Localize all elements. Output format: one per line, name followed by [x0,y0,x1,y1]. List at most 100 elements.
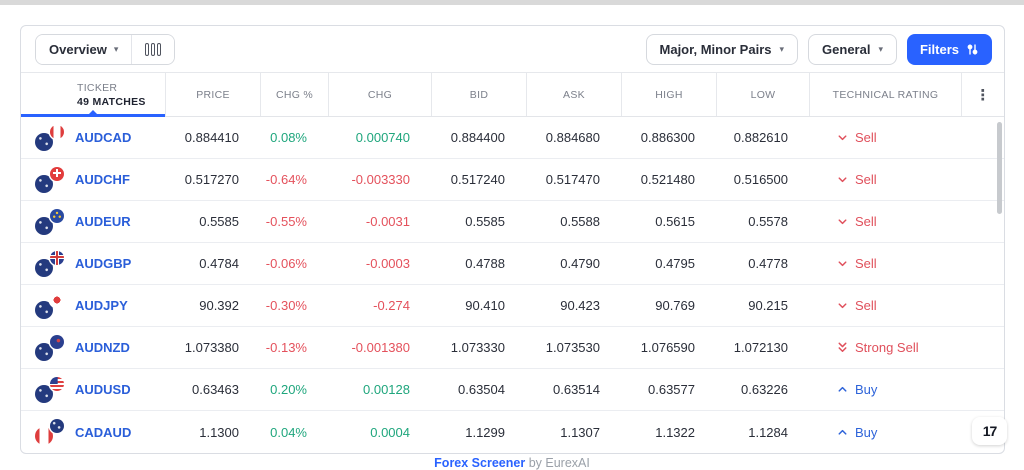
ticker-symbol-link[interactable]: AUDCAD [75,130,131,145]
rating-cell: Sell [810,159,962,200]
chg-pct-cell: -0.64% [261,159,329,200]
chg-pct-cell: 0.04% [261,411,329,453]
quote-currency-flag-icon [50,209,64,223]
column-header-bid[interactable]: BID [432,73,527,116]
currency-pair-flags-icon [35,377,65,403]
high-cell: 0.4795 [622,243,717,284]
chg-pct-cell: -0.30% [261,285,329,326]
byline-text: by EurexAI [529,456,590,470]
rating-direction-icon [836,131,849,144]
high-cell: 0.63577 [622,369,717,410]
quote-currency-flag-icon [50,335,64,349]
general-dropdown[interactable]: General ▾ [808,34,897,65]
chg-cell: 0.00128 [329,369,432,410]
rating-label: Buy [855,382,877,397]
table-row[interactable]: AUDNZD 1.073380 -0.13% -0.001380 1.07333… [21,327,1004,369]
rating-cell: Sell [810,201,962,242]
price-header-label: PRICE [196,89,230,101]
columns-layout-button[interactable] [131,35,174,64]
price-cell: 0.5585 [166,201,261,242]
rating-direction-icon [836,426,849,439]
tradingview-mark: 17 [983,423,997,439]
rating-cell: Strong Sell [810,327,962,368]
column-header-ask[interactable]: ASK [527,73,622,116]
low-cell: 0.882610 [717,117,810,158]
table-row[interactable]: AUDGBP 0.4784 -0.06% -0.0003 0.4788 0.47… [21,243,1004,285]
table-row[interactable]: CADAUD 1.1300 0.04% 0.0004 1.1299 1.1307… [21,411,1004,453]
table-row[interactable]: AUDUSD 0.63463 0.20% 0.00128 0.63504 0.6… [21,369,1004,411]
bid-cell: 0.5585 [432,201,527,242]
table-row[interactable]: AUDCAD 0.884410 0.08% 0.000740 0.884400 … [21,117,1004,159]
column-header-ticker[interactable]: TICKER 49 MATCHES [21,73,166,116]
bid-cell: 0.884400 [432,117,527,158]
currency-pair-flags-icon [35,335,65,361]
table-row[interactable]: AUDCHF 0.517270 -0.64% -0.003330 0.51724… [21,159,1004,201]
column-header-chg[interactable]: CHG [329,73,432,116]
rating-label: Sell [855,214,877,229]
ticker-cell: CADAUD [21,411,166,453]
ticker-symbol-link[interactable]: AUDCHF [75,172,130,187]
quote-currency-flag-icon [50,377,64,391]
rating-label: Strong Sell [855,340,919,355]
forex-screener-link[interactable]: Forex Screener [434,456,525,470]
rating-label: Buy [855,425,877,440]
ticker-symbol-link[interactable]: AUDNZD [75,340,130,355]
bid-cell: 0.517240 [432,159,527,200]
row-spacer-cell [962,285,1004,326]
vertical-scrollbar-thumb[interactable] [997,122,1002,214]
rating-label: Sell [855,172,877,187]
tradingview-logo[interactable]: 17 [972,417,1007,445]
low-cell: 90.215 [717,285,810,326]
rating-direction-icon [836,173,849,186]
quote-currency-flag-icon [50,251,64,265]
ask-cell: 1.1307 [527,411,622,453]
ticker-symbol-link[interactable]: AUDJPY [75,298,128,313]
ask-header-label: ASK [563,89,585,101]
rating-direction-icon [836,341,849,354]
table-body: AUDCAD 0.884410 0.08% 0.000740 0.884400 … [21,117,1004,453]
ticker-header-label: TICKER [77,82,117,94]
screener-toolbar: Overview ▾ Major, Minor Pairs ▾ General … [21,26,1004,72]
column-header-technical-rating[interactable]: TECHNICAL RATING [810,73,962,116]
forex-screener-widget: Overview ▾ Major, Minor Pairs ▾ General … [20,25,1005,454]
ticker-symbol-link[interactable]: CADAUD [75,425,131,440]
rating-direction-icon [836,383,849,396]
filters-label: Filters [920,42,959,57]
rating-label: Sell [855,298,877,313]
high-cell: 90.769 [622,285,717,326]
low-cell: 1.072130 [717,327,810,368]
table-row[interactable]: AUDEUR 0.5585 -0.55% -0.0031 0.5585 0.55… [21,201,1004,243]
rating-direction-icon [836,299,849,312]
low-cell: 0.4778 [717,243,810,284]
filters-button[interactable]: Filters [907,34,992,65]
chg-pct-cell: 0.08% [261,117,329,158]
bid-cell: 1.073330 [432,327,527,368]
high-cell: 1.076590 [622,327,717,368]
column-header-chg-pct[interactable]: CHG % [261,73,329,116]
rating-cell: Buy [810,369,962,410]
rating-cell: Sell [810,285,962,326]
column-header-price[interactable]: PRICE [166,73,261,116]
bid-header-label: BID [470,89,488,101]
ticker-symbol-link[interactable]: AUDEUR [75,214,131,229]
price-cell: 0.63463 [166,369,261,410]
rating-direction-icon [836,257,849,270]
pairs-filter-label: Major, Minor Pairs [660,42,772,57]
column-header-low[interactable]: LOW [717,73,810,116]
low-cell: 1.1284 [717,411,810,453]
column-menu-button[interactable]: ⋮ [962,73,1004,116]
column-header-high[interactable]: HIGH [622,73,717,116]
rating-label: Sell [855,130,877,145]
currency-pair-flags-icon [35,251,65,277]
ask-cell: 0.5588 [527,201,622,242]
rating-label: Sell [855,256,877,271]
ask-cell: 0.884680 [527,117,622,158]
ticker-symbol-link[interactable]: AUDUSD [75,382,131,397]
overview-dropdown[interactable]: Overview ▾ [36,35,131,64]
bid-cell: 0.63504 [432,369,527,410]
sort-indicator [21,114,165,117]
table-row[interactable]: AUDJPY 90.392 -0.30% -0.274 90.410 90.42… [21,285,1004,327]
pairs-filter-dropdown[interactable]: Major, Minor Pairs ▾ [646,34,799,65]
quote-currency-flag-icon [50,125,64,139]
ticker-symbol-link[interactable]: AUDGBP [75,256,131,271]
